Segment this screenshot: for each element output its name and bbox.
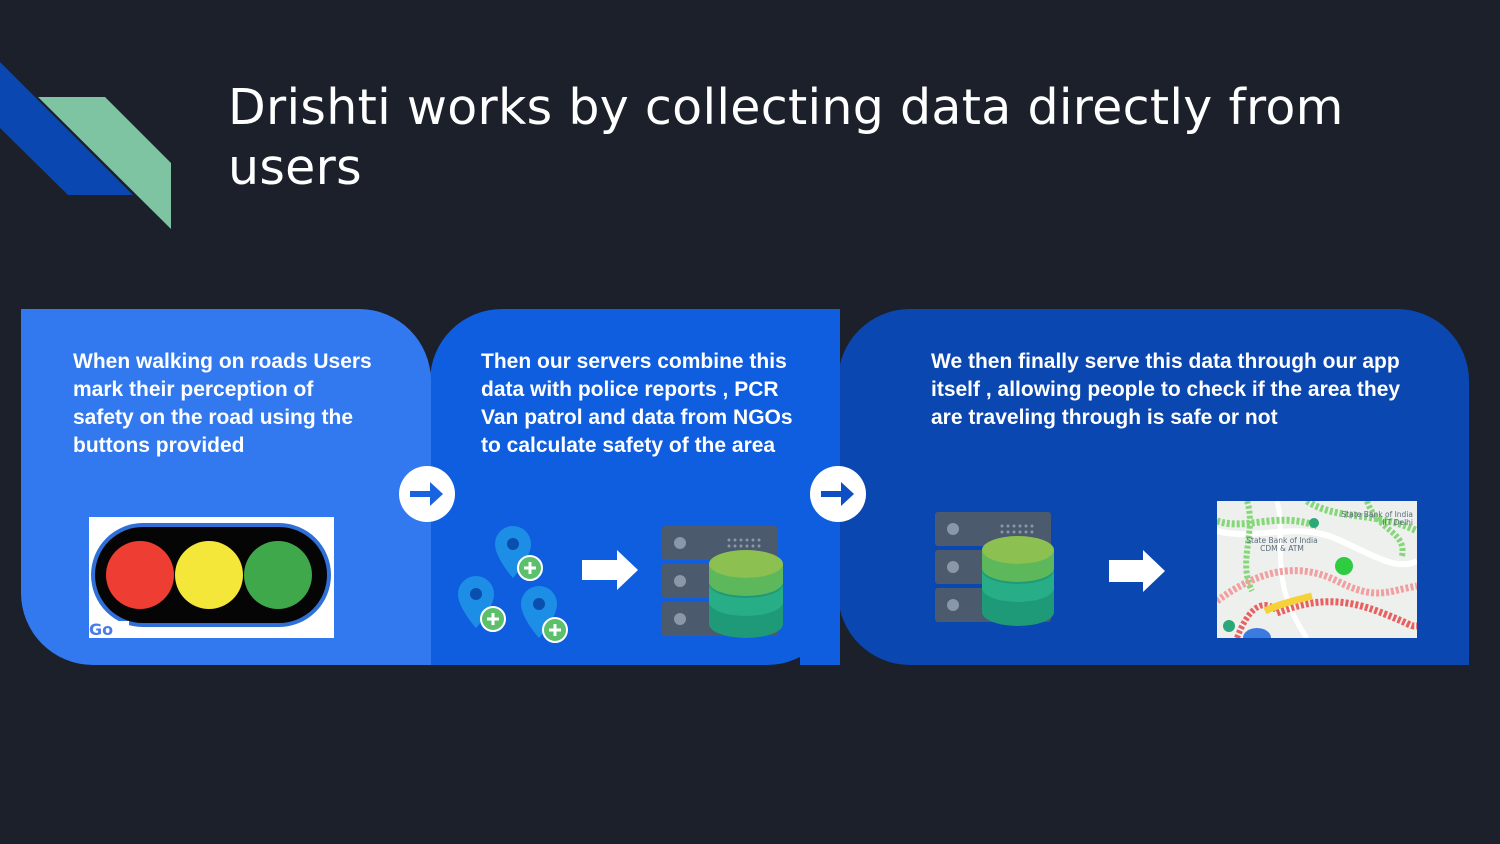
location-pin-icon: [495, 526, 543, 581]
map-icon: State Bank of India IIT Delhi State Bank…: [1217, 501, 1417, 638]
yellow-light-icon: [175, 541, 243, 609]
map-label: State Bank of India CDM & ATM: [1246, 536, 1318, 553]
right-arrow-icon: [582, 550, 638, 590]
map-label: State Bank of India IIT Delhi: [1341, 510, 1413, 527]
location-pin-icon: [521, 586, 568, 643]
traffic-light-image: Go: [89, 517, 334, 638]
red-light-icon: [106, 541, 174, 609]
slide-title: Drishti works by collecting data directl…: [228, 79, 1344, 196]
location-pin-icon: [458, 576, 506, 632]
arrow-right-circle-icon: [399, 466, 455, 522]
svg-text:Go: Go: [89, 620, 113, 638]
step-2-text: Then our servers combine this data with …: [481, 350, 793, 457]
step-1-text: When walking on roads Users mark their p…: [73, 350, 372, 457]
database-icon: [709, 550, 783, 638]
arrow-right-circle-icon: [810, 466, 866, 522]
step-3-text: We then finally serve this data through …: [931, 350, 1401, 429]
green-light-icon: [244, 541, 312, 609]
corner-decoration: [0, 62, 171, 229]
location-pins-to-database: [458, 526, 783, 643]
server-database-icon: [935, 512, 1054, 626]
right-arrow-icon: [1109, 550, 1165, 592]
